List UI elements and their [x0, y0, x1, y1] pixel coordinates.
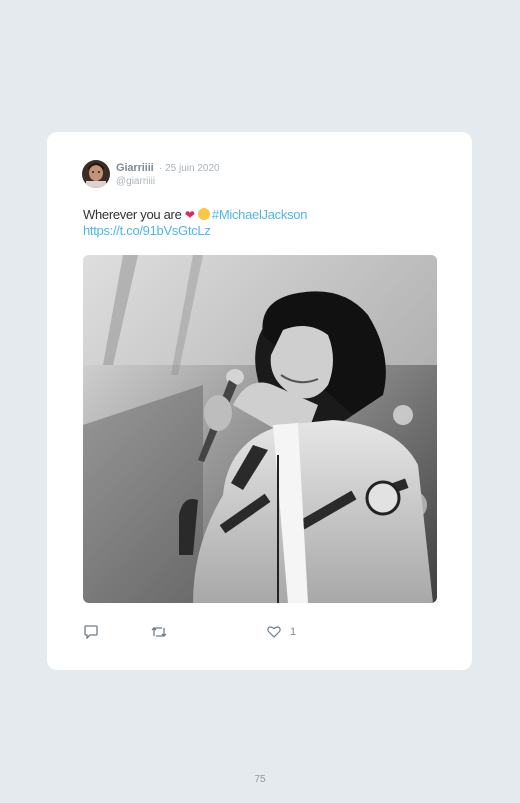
tweet-link-line: https://t.co/91bVsGtcLz — [83, 223, 211, 238]
like-icon — [267, 626, 281, 638]
tweet-actions: 1 — [83, 625, 437, 641]
tweet-url[interactable]: https://t.co/91bVsGtcLz — [83, 223, 211, 238]
page-number: 75 — [254, 774, 266, 785]
tweet-body: Wherever you are — [83, 207, 182, 222]
smiling-face-emoji — [197, 208, 210, 220]
author-handle[interactable]: @giarriiii — [116, 176, 155, 187]
tweet-card: Giarriiii · 25 juin 2020 @giarriiii Wher… — [47, 132, 472, 670]
tweet-text: Wherever you are ❤ #MichaelJackson — [83, 207, 307, 223]
avatar[interactable] — [82, 160, 110, 188]
retweet-icon — [151, 627, 167, 637]
like-count: 1 — [290, 625, 297, 638]
retweet-button[interactable] — [150, 625, 168, 639]
heart-emoji: ❤ — [184, 208, 195, 222]
reply-button[interactable] — [83, 625, 99, 639]
like-button[interactable]: 1 — [267, 625, 296, 638]
tweet-photo[interactable] — [83, 255, 437, 603]
author-name[interactable]: Giarriiii — [116, 162, 154, 174]
reply-icon — [84, 625, 98, 639]
hashtag-link[interactable]: #MichaelJackson — [212, 207, 308, 222]
tweet-date[interactable]: · 25 juin 2020 — [159, 163, 220, 174]
